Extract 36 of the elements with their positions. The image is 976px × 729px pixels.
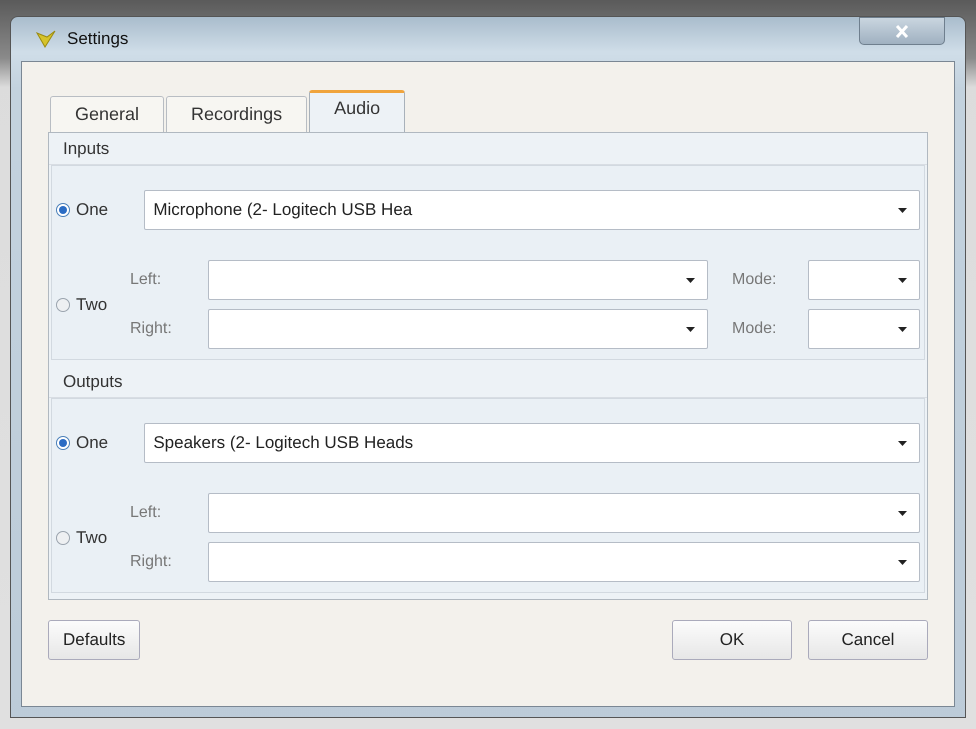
- dropdown-arrow-icon: [898, 208, 907, 212]
- tab[interactable]: Recordings: [166, 96, 308, 132]
- ok-button[interactable]: OK: [672, 620, 792, 660]
- dropdown[interactable]: [208, 260, 708, 300]
- channel-label: Right:: [130, 552, 173, 572]
- dropdown[interactable]: Speakers (2- Logitech USB Heads: [144, 423, 920, 463]
- radio-button[interactable]: Two: [56, 292, 130, 318]
- radio-button[interactable]: Two: [56, 524, 130, 550]
- dropdown[interactable]: [208, 309, 708, 349]
- window-title: Settings: [67, 28, 130, 50]
- dropdown[interactable]: Microphone (2- Logitech USB Hea: [144, 190, 920, 230]
- dropdown-arrow-icon: [898, 560, 907, 564]
- dropdown-arrow-icon: [898, 278, 907, 282]
- channel-label: Left:: [130, 503, 162, 523]
- dropdown-arrow-icon: [898, 440, 907, 446]
- channel-label: Left:: [130, 270, 162, 290]
- dropdown[interactable]: [808, 309, 920, 349]
- dropdown-arrow-icon: [686, 326, 695, 332]
- close-icon: [895, 24, 909, 38]
- channel-label: Right:: [130, 319, 173, 339]
- tab[interactable]: Audio: [309, 90, 406, 132]
- dropdown-arrow-icon: [898, 510, 907, 516]
- tab[interactable]: General: [50, 96, 164, 132]
- cancel-button[interactable]: Cancel: [808, 620, 928, 660]
- dropdown-arrow-icon: [686, 278, 695, 282]
- mode-label: Mode:: [731, 270, 778, 290]
- dropdown-arrow-icon: [898, 326, 907, 332]
- mode-label: Mode:: [731, 319, 778, 339]
- dropdown[interactable]: [808, 260, 920, 300]
- radio-button[interactable]: One: [56, 430, 144, 456]
- dropdown[interactable]: [208, 542, 920, 582]
- app-logo-icon: [35, 29, 57, 49]
- close-button[interactable]: [859, 17, 945, 45]
- dropdown[interactable]: [208, 493, 920, 533]
- defaults-button[interactable]: Defaults: [48, 620, 140, 660]
- radio-button[interactable]: One: [56, 197, 144, 223]
